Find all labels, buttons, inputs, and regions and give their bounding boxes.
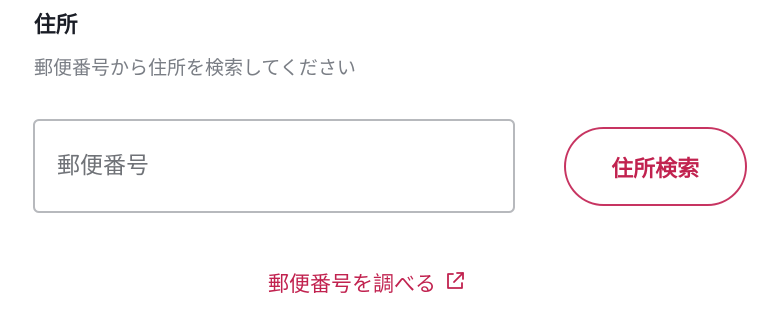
address-search-hint: 郵便番号から住所を検索してください — [34, 57, 356, 79]
postal-code-lookup-link[interactable]: 郵便番号を調べる — [268, 268, 466, 300]
postal-code-input[interactable] — [33, 119, 515, 213]
external-link-icon — [444, 269, 466, 291]
postal-code-lookup-label: 郵便番号を調べる — [268, 272, 436, 296]
address-section-title: 住所 — [34, 13, 79, 38]
address-search-button-label: 住所検索 — [611, 156, 700, 182]
address-search-button[interactable]: 住所検索 — [564, 127, 747, 206]
